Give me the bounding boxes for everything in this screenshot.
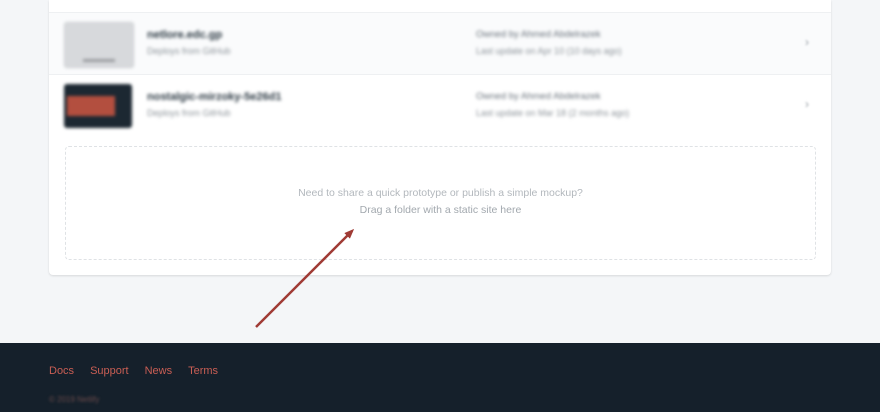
footer-nav: Docs Support News Terms — [49, 365, 234, 377]
site-thumbnail[interactable] — [64, 22, 134, 68]
site-owner: Owned by Ahmed Abdelrazek — [476, 29, 601, 40]
footer-link-docs[interactable]: Docs — [49, 365, 74, 377]
footer-link-support[interactable]: Support — [90, 365, 129, 377]
site-row[interactable]: nostalgic-mirzoky-5e26d1 Deploys from Gi… — [49, 74, 831, 137]
site-footer: Docs Support News Terms © 2019 Netlify — [0, 343, 880, 412]
site-last-updated: Last update on Mar 18 (2 months ago) — [476, 108, 630, 118]
sites-card: netlore.edc.gp Deploys from GitHub Owned… — [49, 0, 831, 275]
site-row[interactable]: netlore.edc.gp Deploys from GitHub Owned… — [49, 12, 831, 75]
site-name[interactable]: netlore.edc.gp — [147, 29, 222, 41]
site-name[interactable]: nostalgic-mirzoky-5e26d1 — [147, 91, 282, 103]
footer-link-terms[interactable]: Terms — [188, 365, 218, 377]
site-deploy-source: Deploys from GitHub — [147, 46, 231, 56]
site-deploy-source: Deploys from GitHub — [147, 108, 231, 118]
site-last-updated: Last update on Apr 10 (10 days ago) — [476, 46, 622, 56]
site-thumbnail[interactable] — [64, 84, 132, 128]
dropzone-prompt: Need to share a quick prototype or publi… — [298, 187, 583, 199]
dropzone-instruction: Drag a folder with a static site here — [359, 204, 522, 216]
drop-zone[interactable]: Need to share a quick prototype or publi… — [65, 146, 816, 260]
site-owner: Owned by Ahmed Abdelrazek — [476, 91, 601, 102]
chevron-right-icon[interactable]: › — [805, 35, 809, 49]
thumbnail-banner — [67, 96, 115, 116]
chevron-right-icon[interactable]: › — [805, 97, 809, 111]
thumbnail-caption — [83, 59, 115, 62]
footer-link-news[interactable]: News — [145, 365, 173, 377]
footer-copyright: © 2019 Netlify — [49, 395, 100, 404]
